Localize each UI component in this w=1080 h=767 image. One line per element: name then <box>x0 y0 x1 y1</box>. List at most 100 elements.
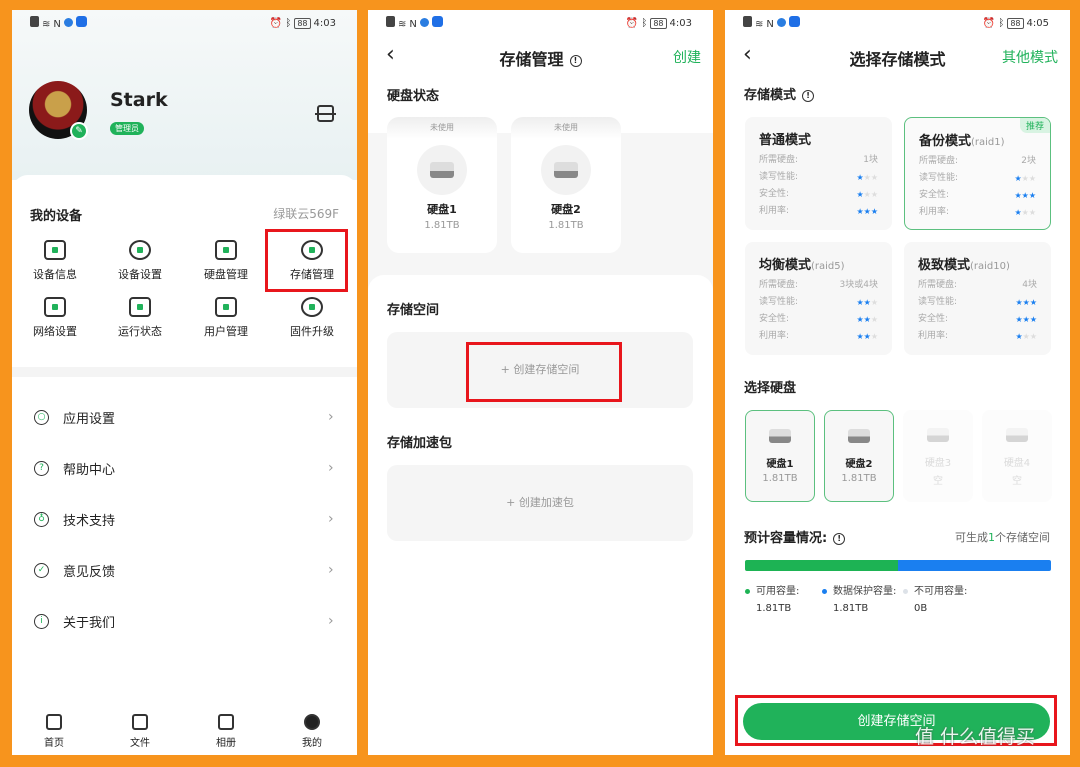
menu-item-label: 意见反馈 <box>63 564 116 580</box>
star-icon: ★ <box>863 207 871 216</box>
disk-size: 1.81TB <box>548 220 584 231</box>
info-icon[interactable]: ! <box>802 89 815 102</box>
device-item-2[interactable]: 硬盘管理 <box>186 240 266 282</box>
star-icon: ★ <box>1015 298 1023 307</box>
chevron-right-icon: › <box>328 562 334 578</box>
other-modes-link[interactable]: 其他模式 <box>1002 47 1058 67</box>
mode-row-label: 利用率: <box>759 331 790 341</box>
menu-item[interactable]: ○ 应用设置 › <box>12 397 357 437</box>
star-icon: ★ <box>856 315 864 324</box>
disk-size: 1.81TB <box>762 473 798 484</box>
highlight-box <box>466 342 622 402</box>
app-icon <box>75 16 87 27</box>
star-icon: ★ <box>856 207 864 216</box>
folder-icon <box>132 714 148 730</box>
accel-pack-title: 存储加速包 <box>387 436 453 451</box>
capacity-value: 1.81TB <box>833 603 869 614</box>
nav-folder[interactable]: 文件 <box>110 714 170 749</box>
disk-option[interactable]: 硬盘3 空 <box>903 410 973 502</box>
edit-pencil-icon[interactable]: ✎ <box>70 122 88 140</box>
disk-option[interactable]: 硬盘1 1.81TB <box>745 410 815 502</box>
battery-icon: 88 <box>650 17 667 29</box>
device-item-label: 固件升级 <box>290 325 334 338</box>
disk-option[interactable]: 硬盘2 1.81TB <box>824 410 894 502</box>
disk-icon <box>848 429 870 443</box>
home-icon <box>46 714 62 730</box>
capacity-value: 0B <box>914 603 928 614</box>
star-icon: ★ <box>863 315 871 324</box>
storage-space-title: 存储空间 <box>387 303 440 318</box>
nav-profile[interactable]: 我的 <box>282 714 342 749</box>
mode-row-label: 利用率: <box>919 207 950 217</box>
mode-card[interactable]: 推荐 备份模式(raid1) 所需硬盘: 2块 读写性能: ★★★ 安全性: ★★★ 利用率: ★… <box>904 117 1051 230</box>
disk-size: 空 <box>1012 476 1022 487</box>
info-icon[interactable]: ! <box>569 54 582 67</box>
nav-home[interactable]: 首页 <box>24 714 84 749</box>
device-item-5[interactable]: 运行状态 <box>100 297 180 339</box>
divider <box>12 367 357 377</box>
menu-item[interactable]: ♁ 技术支持 › <box>12 499 357 539</box>
clock: 4:03 <box>669 17 692 29</box>
create-link[interactable]: 创建 <box>673 47 701 67</box>
rating-safety: ★★★ <box>856 311 878 328</box>
menu-item[interactable]: ? 帮助中心 › <box>12 448 357 488</box>
rating-usage: ★★★ <box>856 328 878 345</box>
create-accel-pack-button[interactable]: + 创建加速包 <box>387 465 693 541</box>
mode-row-label: 所需硬盘: <box>918 280 958 290</box>
capacity-legend-item: 数据保护容量: 1.81TB <box>822 583 896 617</box>
info-icon[interactable]: ! <box>833 532 846 545</box>
star-icon: ★ <box>856 298 864 307</box>
star-icon: ★ <box>870 332 878 341</box>
device-name[interactable]: 绿联云569F <box>273 205 339 222</box>
mode-card[interactable]: 均衡模式(raid5) 所需硬盘: 3块或4块 读写性能: ★★★ 安全性: ★★★ 利用率:… <box>745 242 892 355</box>
device-item-label: 设备设置 <box>118 268 162 281</box>
clock: 4:03 <box>313 17 336 29</box>
nav-photo[interactable]: 相册 <box>196 714 256 749</box>
app-icon <box>776 18 786 27</box>
mode-row-label: 读写性能: <box>759 172 799 182</box>
menu-item-label: 关于我们 <box>63 615 116 631</box>
star-icon: ★ <box>870 298 878 307</box>
mode-name: 均衡模式 <box>759 258 812 273</box>
nfc-icon: N <box>53 19 61 30</box>
disk-option[interactable]: 硬盘4 空 <box>982 410 1052 502</box>
mode-card[interactable]: 普通模式 所需硬盘: 1块 读写性能: ★★★ 安全性: ★★★ 利用率: ★★★ <box>745 117 892 230</box>
disk-card[interactable]: 未使用 硬盘2 1.81TB <box>511 117 621 253</box>
star-icon: ★ <box>870 207 878 216</box>
device-item-6[interactable]: 用户管理 <box>186 297 266 339</box>
legend-dot-icon <box>745 588 750 594</box>
disk-size: 1.81TB <box>841 473 877 484</box>
star-icon: ★ <box>856 332 864 341</box>
mode-name: 极致模式 <box>918 258 971 273</box>
wifi-icon: ≋ <box>42 19 51 30</box>
chevron-right-icon: › <box>328 460 334 476</box>
disk-name: 硬盘2 <box>551 203 581 216</box>
page-title: 存储管理! <box>368 46 713 70</box>
mode-row-label: 安全性: <box>759 314 790 324</box>
device-item-1[interactable]: 设备设置 <box>100 240 180 282</box>
mode-card[interactable]: 极致模式(raid10) 所需硬盘: 4块 读写性能: ★★★ 安全性: ★★★ 利用率: ★★… <box>904 242 1051 355</box>
my-devices-title: 我的设备 <box>30 209 83 224</box>
alarm-icon: ⏰ <box>269 17 283 29</box>
capacity-value: 1.81TB <box>756 603 792 614</box>
capacity-note: 可生成1个存储空间 <box>955 529 1050 545</box>
rating-safety: ★★★ <box>1014 187 1036 204</box>
rating-safety: ★★★ <box>856 186 878 203</box>
scan-icon[interactable] <box>315 105 336 122</box>
device-item-4[interactable]: 网络设置 <box>15 297 95 339</box>
star-icon: ★ <box>1015 315 1023 324</box>
menu-item-label: 应用设置 <box>63 411 116 427</box>
mode-disks-required: 3块或4块 <box>839 280 878 290</box>
mode-row-label: 所需硬盘: <box>919 156 959 166</box>
star-icon: ★ <box>863 332 871 341</box>
device-item-0[interactable]: 设备信息 <box>15 240 95 282</box>
device-item-7[interactable]: 固件升级 <box>272 297 352 339</box>
menu-item[interactable]: i 关于我们 › <box>12 601 357 641</box>
disk-card[interactable]: 未使用 硬盘1 1.81TB <box>387 117 497 253</box>
star-icon: ★ <box>1022 315 1030 324</box>
device-item-label: 设备信息 <box>33 268 77 281</box>
star-icon: ★ <box>1014 174 1022 183</box>
mode-row-label: 读写性能: <box>918 297 958 307</box>
sim-icon <box>386 16 395 27</box>
menu-item[interactable]: ✓ 意见反馈 › <box>12 550 357 590</box>
